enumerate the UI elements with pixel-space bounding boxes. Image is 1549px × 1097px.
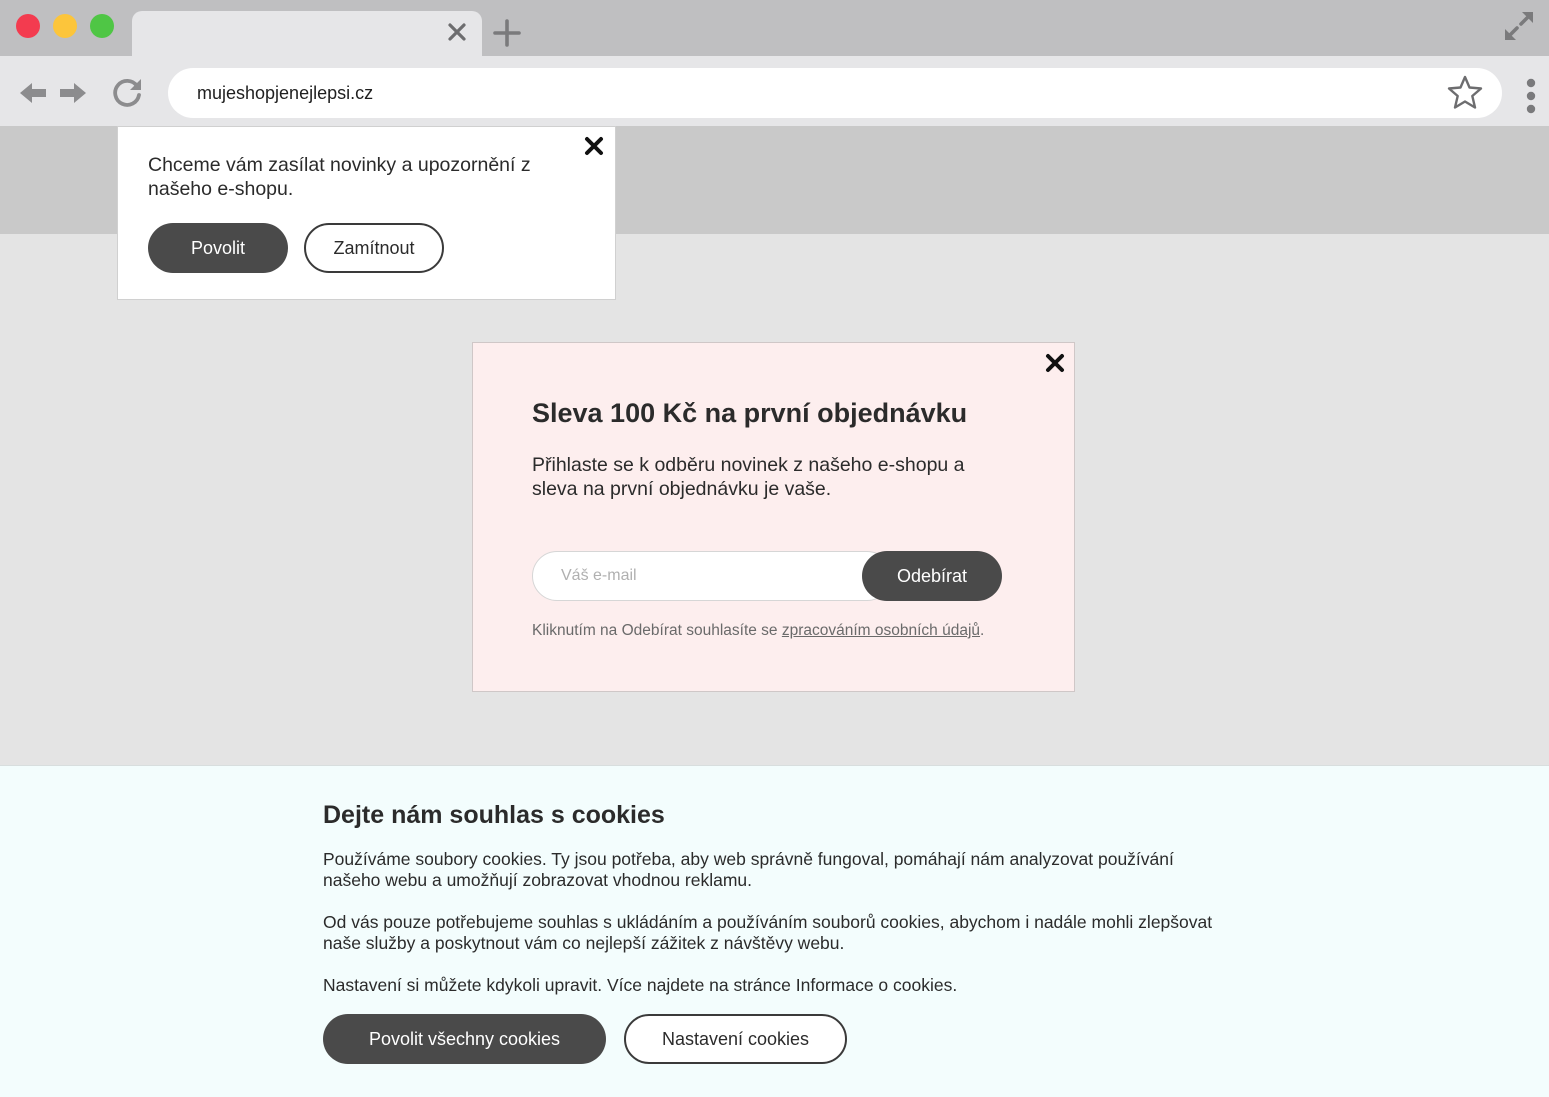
close-icon[interactable] — [583, 135, 605, 157]
discount-newsletter-modal: Sleva 100 Kč na první objednávku Přihlas… — [472, 342, 1075, 692]
kebab-menu-icon[interactable] — [1525, 78, 1537, 114]
consent-suffix: . — [980, 622, 985, 639]
modal-title: Sleva 100 Kč na první objednávku — [532, 398, 968, 428]
back-arrow-icon[interactable] — [18, 78, 48, 108]
browser-toolbar: mujeshopjenejlepsi.cz — [0, 56, 1549, 126]
browser-tab[interactable] — [132, 11, 482, 57]
window-maximize-button[interactable] — [90, 14, 114, 38]
modal-text: Přihlaste se k odběru novinek z našeho e… — [532, 454, 965, 500]
cookie-title: Dejte nám souhlas s cookies — [323, 801, 665, 829]
privacy-policy-link[interactable]: zpracováním osobních údajů — [782, 622, 980, 639]
window-minimize-button[interactable] — [53, 14, 77, 38]
close-icon[interactable] — [1044, 352, 1066, 374]
allow-notifications-button[interactable]: Povolit — [148, 223, 288, 273]
consent-text: Kliknutím na Odebírat souhlasíte se zpra… — [532, 622, 984, 640]
bookmark-star-icon[interactable] — [1446, 74, 1484, 112]
browser-titlebar — [0, 0, 1549, 57]
fullscreen-icon[interactable] — [1501, 8, 1537, 44]
notification-permission-popup: Chceme vám zasílat novinky a upozornění … — [117, 126, 616, 300]
cookie-paragraph-1: Používáme soubory cookies. Ty jsou potře… — [323, 849, 1174, 890]
consent-prefix: Kliknutím na Odebírat souhlasíte se — [532, 622, 782, 639]
window-close-button[interactable] — [16, 14, 40, 38]
deny-notifications-button[interactable]: Zamítnout — [304, 223, 444, 273]
address-bar[interactable]: mujeshopjenejlepsi.cz — [168, 68, 1502, 118]
new-tab-plus-icon[interactable] — [492, 18, 522, 48]
allow-all-cookies-button[interactable]: Povolit všechny cookies — [323, 1014, 606, 1064]
reload-icon[interactable] — [110, 76, 144, 110]
forward-arrow-icon[interactable] — [58, 78, 88, 108]
cookie-paragraph-3: Nastavení si můžete kdykoli upravit. Víc… — [323, 975, 958, 995]
email-input[interactable] — [532, 551, 892, 601]
subscribe-button[interactable]: Odebírat — [862, 551, 1002, 601]
cookie-settings-button[interactable]: Nastavení cookies — [624, 1014, 847, 1064]
notification-text: Chceme vám zasílat novinky a upozornění … — [148, 154, 531, 200]
tab-close-icon[interactable] — [444, 19, 470, 45]
url-text[interactable]: mujeshopjenejlepsi.cz — [197, 83, 373, 104]
cookie-consent-banner: Dejte nám souhlas s cookies Používáme so… — [0, 765, 1549, 1097]
cookie-paragraph-2: Od vás pouze potřebujeme souhlas s uklád… — [323, 912, 1213, 953]
